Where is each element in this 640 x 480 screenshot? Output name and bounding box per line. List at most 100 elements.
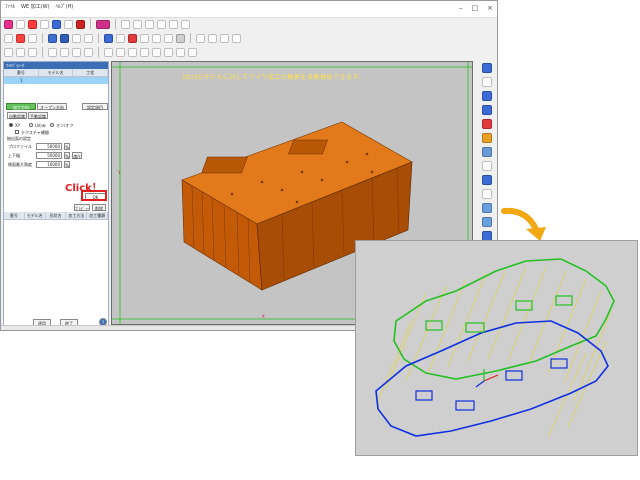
text-icon[interactable] — [104, 47, 113, 57]
settings-icon[interactable] — [84, 33, 93, 43]
view-iso-icon[interactable] — [232, 33, 241, 43]
side-angle-field[interactable]: 10000 — [36, 161, 62, 168]
title-bar: ﾌｧｲﾙ WE 加工(W) ﾍﾙﾌﾟ(H) – □ × — [1, 1, 497, 18]
tab-machining-direction[interactable]: 加工方向 — [6, 103, 36, 110]
layer-icon[interactable] — [28, 33, 37, 43]
grid-icon[interactable] — [4, 33, 13, 43]
section-label: 抽出面の設定 — [7, 136, 31, 141]
result-preview — [355, 240, 638, 456]
new-icon[interactable] — [4, 19, 13, 29]
tab-open-direction[interactable]: オープン方向 — [37, 103, 67, 110]
table-icon[interactable] — [164, 47, 173, 57]
info-icon[interactable] — [188, 47, 197, 57]
column-header[interactable]: 番号 — [4, 69, 39, 76]
minimize-button[interactable]: – — [459, 4, 463, 12]
crosshair-icon[interactable] — [482, 77, 492, 87]
zoom-window-icon[interactable] — [128, 33, 137, 43]
undo-icon[interactable] — [169, 19, 178, 29]
table-row[interactable]: 1 — [4, 77, 108, 84]
shade-icon[interactable] — [176, 33, 185, 43]
upper-contour — [393, 258, 615, 380]
move-icon[interactable] — [52, 19, 61, 29]
magnify-icon[interactable] — [482, 105, 492, 115]
zoom-icon[interactable] — [482, 91, 492, 101]
image-icon[interactable] — [48, 33, 57, 43]
dim-vertical-icon[interactable] — [16, 47, 25, 57]
menu-help[interactable]: ﾍﾙﾌﾟ(H) — [56, 3, 74, 10]
view-side-icon[interactable] — [220, 33, 229, 43]
dim-angle-icon[interactable] — [48, 47, 57, 57]
orbit-icon[interactable] — [482, 133, 492, 143]
unit-button[interactable]: % — [64, 143, 70, 150]
fit-icon[interactable] — [152, 33, 161, 43]
dim-horizontal-icon[interactable] — [4, 47, 13, 57]
pan-icon[interactable] — [140, 33, 149, 43]
tab-auto-recognition[interactable]: 自動認識 — [7, 112, 27, 119]
column-header[interactable]: 番号 — [4, 212, 25, 219]
section-icon[interactable] — [482, 189, 492, 199]
close-button[interactable]: × — [487, 4, 493, 12]
redo-icon[interactable] — [181, 19, 190, 29]
profile-field[interactable]: 50000 — [36, 143, 62, 150]
vertical-width-field[interactable]: 50000 — [36, 152, 62, 159]
unit-button[interactable]: % — [64, 161, 70, 168]
column-header[interactable]: 形状名 — [46, 212, 67, 219]
dim-radius-icon[interactable] — [60, 47, 69, 57]
radio-xy[interactable] — [9, 123, 13, 127]
tab-settings[interactable]: 設定項目 — [82, 103, 108, 110]
save-icon[interactable] — [60, 33, 69, 43]
refresh-icon[interactable] — [482, 119, 492, 129]
car-icon[interactable] — [96, 19, 110, 29]
menu-wire-machining[interactable]: WE 加工(W) — [21, 3, 50, 10]
radio-u-only[interactable] — [29, 123, 33, 127]
symbol-icon[interactable] — [140, 47, 149, 57]
menu-file[interactable]: ﾌｧｲﾙ — [5, 3, 15, 10]
box-icon[interactable] — [482, 203, 492, 213]
zoom-in-icon[interactable] — [104, 33, 113, 43]
view-front-icon[interactable] — [208, 33, 217, 43]
column-header[interactable]: モデル名 — [25, 212, 46, 219]
balloon-icon[interactable] — [152, 47, 161, 57]
copy-icon[interactable] — [133, 19, 142, 29]
dim-chamfer-icon[interactable] — [84, 47, 93, 57]
radio-on-off[interactable] — [50, 123, 54, 127]
print-icon[interactable] — [72, 33, 81, 43]
delete-icon[interactable] — [76, 19, 85, 29]
hatch-icon[interactable] — [128, 47, 137, 57]
axis-icon[interactable] — [482, 175, 492, 185]
scissors-icon[interactable] — [145, 19, 154, 29]
line-icon[interactable] — [16, 19, 25, 29]
unit-dropdown[interactable]: 度/ﾃ — [72, 152, 82, 159]
measure-icon[interactable] — [176, 47, 185, 57]
edit-icon[interactable] — [121, 19, 130, 29]
point-icon[interactable] — [28, 19, 37, 29]
delete-button[interactable]: 削除 — [92, 204, 106, 211]
arc-icon[interactable] — [64, 19, 73, 29]
maximize-button[interactable]: □ — [472, 4, 479, 12]
plane-icon[interactable] — [482, 161, 492, 171]
cross-icon[interactable] — [40, 19, 49, 29]
column-header[interactable]: 加工種類 — [87, 212, 108, 219]
lower-contour — [375, 320, 609, 437]
column-header[interactable]: 加工方法 — [66, 212, 88, 219]
tab-manual-recognition[interactable]: 手動認識 — [28, 112, 48, 119]
window-controls: – □ × — [459, 4, 493, 12]
radio-on-off-label: オン/オフ — [56, 123, 74, 128]
unit-button[interactable]: % — [64, 152, 70, 159]
snap-icon[interactable] — [16, 33, 25, 43]
pick-icon[interactable] — [482, 63, 492, 73]
texture-checkbox[interactable] — [15, 130, 19, 134]
solid-icon[interactable] — [482, 217, 492, 227]
view-top-icon[interactable] — [196, 33, 205, 43]
rotate-icon[interactable] — [164, 33, 173, 43]
dim-aligned-icon[interactable] — [28, 47, 37, 57]
leader-icon[interactable] — [116, 47, 125, 57]
column-header[interactable]: 工程 — [73, 69, 109, 76]
view-cube-icon[interactable] — [482, 147, 492, 157]
preview-button[interactable]: ﾌﾟﾚﾋﾞｭｰ — [74, 204, 90, 211]
wire-lines — [375, 266, 612, 438]
column-header[interactable]: モデル名 — [39, 69, 74, 76]
paste-icon[interactable] — [157, 19, 166, 29]
zoom-out-icon[interactable] — [116, 33, 125, 43]
dim-diameter-icon[interactable] — [72, 47, 81, 57]
